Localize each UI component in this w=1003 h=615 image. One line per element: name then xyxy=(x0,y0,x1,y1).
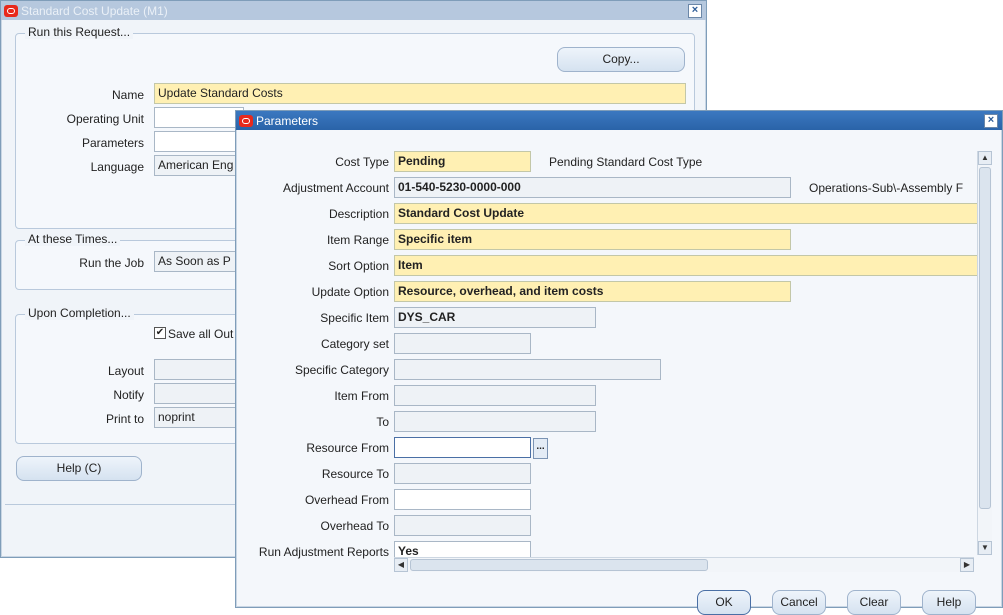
resource-to-field[interactable] xyxy=(394,463,531,484)
print-to-label: Print to xyxy=(105,412,144,426)
name-label: Name xyxy=(111,88,144,102)
clear-button[interactable]: Clear xyxy=(847,590,901,615)
cost-type-label: Cost Type xyxy=(335,155,389,169)
item-from-field[interactable] xyxy=(394,385,596,406)
overhead-from-label: Overhead From xyxy=(304,493,389,507)
specific-item-field[interactable]: DYS_CAR xyxy=(394,307,596,328)
notify-field[interactable] xyxy=(154,383,244,404)
language-label: Language xyxy=(90,160,144,174)
overhead-to-field[interactable] xyxy=(394,515,531,536)
to-label: To xyxy=(376,415,389,429)
adjustment-account-field[interactable]: 01-540-5230-0000-000 xyxy=(394,177,791,198)
item-from-label: Item From xyxy=(334,389,389,403)
scroll-left-icon[interactable]: ◀ xyxy=(394,558,408,572)
close-icon[interactable]: × xyxy=(688,3,702,18)
layout-field[interactable] xyxy=(154,359,244,380)
language-field[interactable]: American Eng xyxy=(154,155,244,176)
name-field[interactable]: Update Standard Costs xyxy=(154,83,686,104)
horizontal-scrollbar[interactable]: ◀ ▶ xyxy=(394,557,974,572)
overhead-from-field[interactable] xyxy=(394,489,531,510)
run-adjustment-reports-label: Run Adjustment Reports xyxy=(258,545,389,559)
operating-unit-label: Operating Unit xyxy=(66,112,144,126)
scroll-right-icon[interactable]: ▶ xyxy=(960,558,974,572)
vertical-scrollbar[interactable]: ▲ ▼ xyxy=(977,151,992,555)
operating-unit-field[interactable] xyxy=(154,107,244,128)
overhead-to-label: Overhead To xyxy=(320,519,390,533)
update-option-field[interactable]: Resource, overhead, and item costs xyxy=(394,281,791,302)
run-job-field[interactable]: As Soon as P xyxy=(154,251,244,272)
specific-category-label: Specific Category xyxy=(294,363,389,377)
run-request-group-label: Run this Request... xyxy=(25,25,134,39)
sort-option-label: Sort Option xyxy=(328,259,389,273)
ok-button[interactable]: OK xyxy=(697,590,751,615)
cost-type-description: Pending Standard Cost Type xyxy=(549,155,703,169)
adjustment-account-description: Operations-Sub\-Assembly F xyxy=(809,181,964,195)
oracle-logo-icon xyxy=(4,4,18,17)
oracle-logo-icon xyxy=(239,114,253,127)
cancel-button[interactable]: Cancel xyxy=(772,590,826,615)
help-button[interactable]: Help xyxy=(922,590,976,615)
parameters-title: Parameters xyxy=(256,113,319,128)
update-option-label: Update Option xyxy=(311,285,389,299)
copy-button[interactable]: Copy... xyxy=(557,47,685,72)
resource-from-label: Resource From xyxy=(306,441,389,455)
list-of-values-button[interactable]: ... xyxy=(533,438,548,459)
parameters-field[interactable] xyxy=(154,131,244,152)
item-range-field[interactable]: Specific item xyxy=(394,229,791,250)
save-output-label: Save all Out xyxy=(168,327,234,341)
notify-label: Notify xyxy=(113,388,144,402)
adjustment-account-label: Adjustment Account xyxy=(282,181,389,195)
to-field[interactable] xyxy=(394,411,596,432)
scroll-up-icon[interactable]: ▲ xyxy=(978,151,992,165)
back-window-titlebar[interactable]: Standard Cost Update (M1) × xyxy=(1,1,706,20)
parameters-label: Parameters xyxy=(81,136,144,150)
times-group-label: At these Times... xyxy=(25,232,121,246)
close-icon[interactable]: × xyxy=(984,113,998,128)
help-button[interactable]: Help (C) xyxy=(16,456,142,481)
parameters-window: Parameters × Cost Type Pending Pending Sta… xyxy=(235,110,1003,615)
specific-category-field[interactable] xyxy=(394,359,661,380)
category-set-field[interactable] xyxy=(394,333,531,354)
sort-option-field[interactable]: Item xyxy=(394,255,984,276)
item-range-label: Item Range xyxy=(326,233,389,247)
description-field[interactable]: Standard Cost Update xyxy=(394,203,984,224)
print-to-field[interactable]: noprint xyxy=(154,407,244,428)
horizontal-scroll-thumb[interactable] xyxy=(410,559,708,571)
back-window-title: Standard Cost Update (M1) xyxy=(21,3,168,18)
save-output-checkbox[interactable]: ✔ xyxy=(154,327,166,339)
scroll-down-icon[interactable]: ▼ xyxy=(978,541,992,555)
cost-type-field[interactable]: Pending xyxy=(394,151,531,172)
run-job-label: Run the Job xyxy=(79,256,144,270)
description-label: Description xyxy=(328,207,389,221)
completion-group-label: Upon Completion... xyxy=(25,306,134,320)
vertical-scroll-thumb[interactable] xyxy=(979,167,991,509)
resource-from-field[interactable] xyxy=(394,437,531,458)
layout-label: Layout xyxy=(107,364,144,378)
specific-item-label: Specific Item xyxy=(320,311,389,325)
resource-to-label: Resource To xyxy=(321,467,389,481)
parameters-titlebar[interactable]: Parameters × xyxy=(236,111,1002,130)
category-set-label: Category set xyxy=(320,337,389,351)
